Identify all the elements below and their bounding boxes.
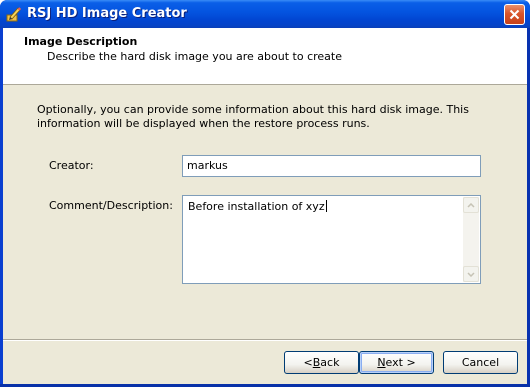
window-title: RSJ HD Image Creator (27, 6, 187, 21)
comment-text: Before installation of xyz (188, 200, 327, 213)
wizard-header: Image Description Describe the hard disk… (3, 28, 527, 85)
back-button-mnemonic: B (312, 356, 321, 369)
close-icon (509, 9, 520, 20)
page-title: Image Description (24, 35, 138, 48)
creator-field[interactable]: markus (182, 155, 481, 177)
button-separator (3, 339, 527, 341)
back-button[interactable]: < Back (284, 351, 359, 374)
intro-text: Optionally, you can provide some informa… (37, 103, 469, 130)
scroll-down-button[interactable] (463, 266, 479, 282)
text-caret (325, 200, 327, 212)
next-button-label: ext > (385, 356, 416, 369)
title-bar[interactable]: RSJ HD Image Creator (0, 0, 530, 28)
wizard-window: RSJ HD Image Creator Image Description D… (0, 0, 530, 387)
back-button-prefix: < (303, 356, 313, 369)
back-button-label: ack (320, 356, 340, 369)
scroll-down-arrow-icon (467, 271, 475, 277)
comment-label: Comment/Description: (49, 199, 173, 212)
cancel-button-label: Cancel (461, 356, 500, 369)
comment-scrollbar[interactable] (463, 197, 479, 282)
close-button[interactable] (504, 4, 525, 25)
wizard-page: Image Description Describe the hard disk… (3, 28, 527, 384)
cancel-button[interactable]: Cancel (443, 351, 518, 374)
pencil-icon (6, 6, 22, 22)
next-button[interactable]: Next > (359, 351, 434, 374)
scroll-up-arrow-icon (467, 202, 475, 208)
creator-label: Creator: (49, 159, 94, 172)
scroll-up-button[interactable] (463, 197, 479, 213)
next-button-mnemonic: N (377, 356, 386, 369)
page-subtitle: Describe the hard disk image you are abo… (47, 50, 342, 63)
comment-field[interactable]: Before installation of xyz (182, 195, 481, 284)
